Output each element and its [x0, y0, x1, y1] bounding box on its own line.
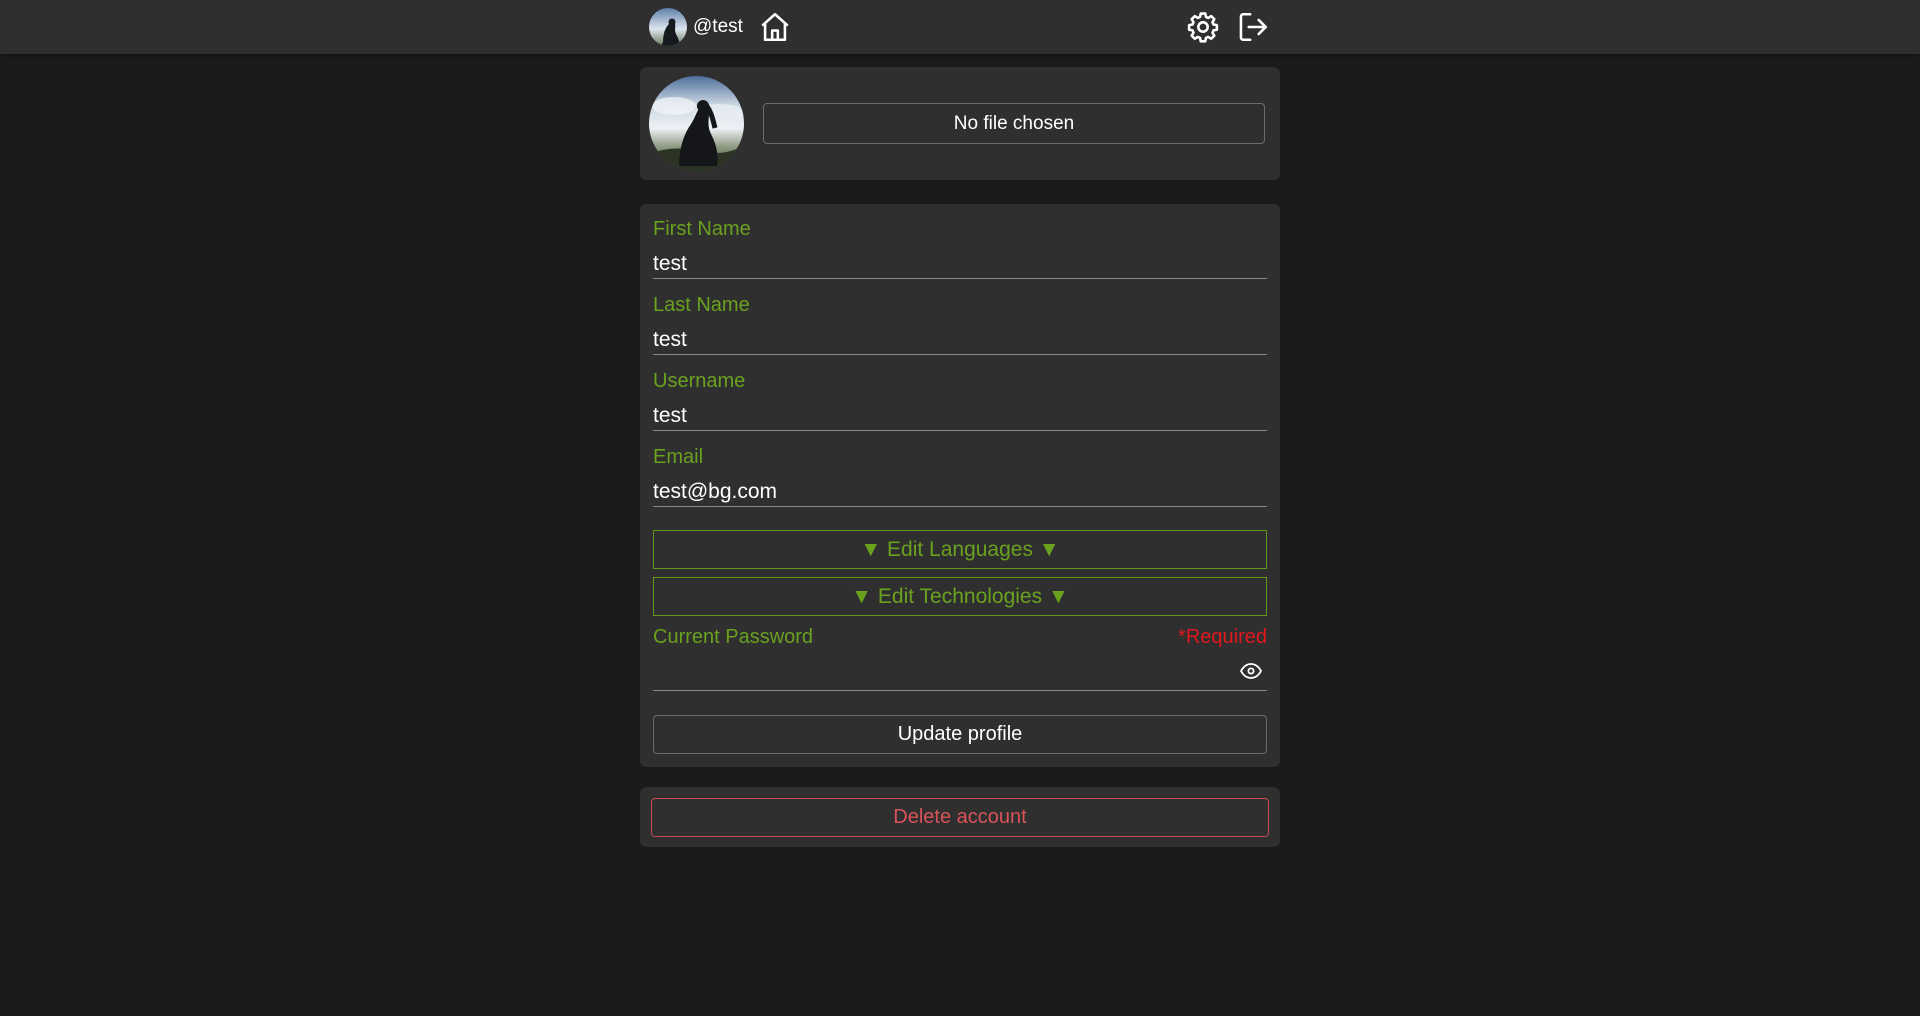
email-field: Email test@bg.com [653, 446, 1267, 507]
profile-form-card: First Name test Last Name test Username … [640, 204, 1280, 767]
logout-icon [1239, 12, 1268, 42]
logout-button[interactable] [1235, 9, 1271, 45]
home-icon [761, 12, 789, 42]
email-label: Email [653, 446, 704, 468]
update-profile-button[interactable]: Update profile [653, 715, 1267, 754]
danger-zone-card: Delete account [640, 787, 1280, 847]
home-button[interactable] [757, 9, 793, 45]
current-password-field: Current Password *Required [653, 626, 1267, 691]
avatar-image [649, 8, 687, 46]
delete-account-button[interactable]: Delete account [651, 798, 1269, 837]
profile-picture [649, 76, 744, 171]
last-name-label: Last Name [653, 294, 750, 316]
top-navigation-inner: @test [649, 0, 1271, 54]
nav-username[interactable]: @test [693, 16, 743, 38]
email-input[interactable]: test@bg.com [653, 477, 1267, 507]
username-label: Username [653, 370, 746, 392]
top-navigation-bar: @test [0, 0, 1920, 54]
current-password-label-row: Current Password *Required [653, 626, 1267, 649]
profile-picture-image [649, 76, 744, 171]
last-name-field: Last Name test [653, 294, 1267, 355]
first-name-field: First Name test [653, 218, 1267, 279]
choose-file-button[interactable]: No file chosen [763, 103, 1265, 144]
current-password-label: Current Password [653, 626, 814, 648]
first-name-label: First Name [653, 218, 751, 240]
edit-technologies-button[interactable]: ▼ Edit Technologies ▼ [653, 577, 1267, 616]
avatar-upload-card: No file chosen [640, 67, 1280, 180]
show-password-icon[interactable] [1239, 661, 1263, 681]
username-field: Username test [653, 370, 1267, 431]
gear-icon [1187, 12, 1219, 43]
user-avatar[interactable] [649, 8, 687, 46]
username-input[interactable]: test [653, 401, 1267, 431]
current-password-input[interactable] [653, 655, 1267, 691]
settings-button[interactable] [1185, 9, 1221, 45]
first-name-input[interactable]: test [653, 249, 1267, 279]
edit-languages-button[interactable]: ▼ Edit Languages ▼ [653, 530, 1267, 569]
last-name-input[interactable]: test [653, 325, 1267, 355]
required-indicator: *Required [1178, 626, 1267, 648]
